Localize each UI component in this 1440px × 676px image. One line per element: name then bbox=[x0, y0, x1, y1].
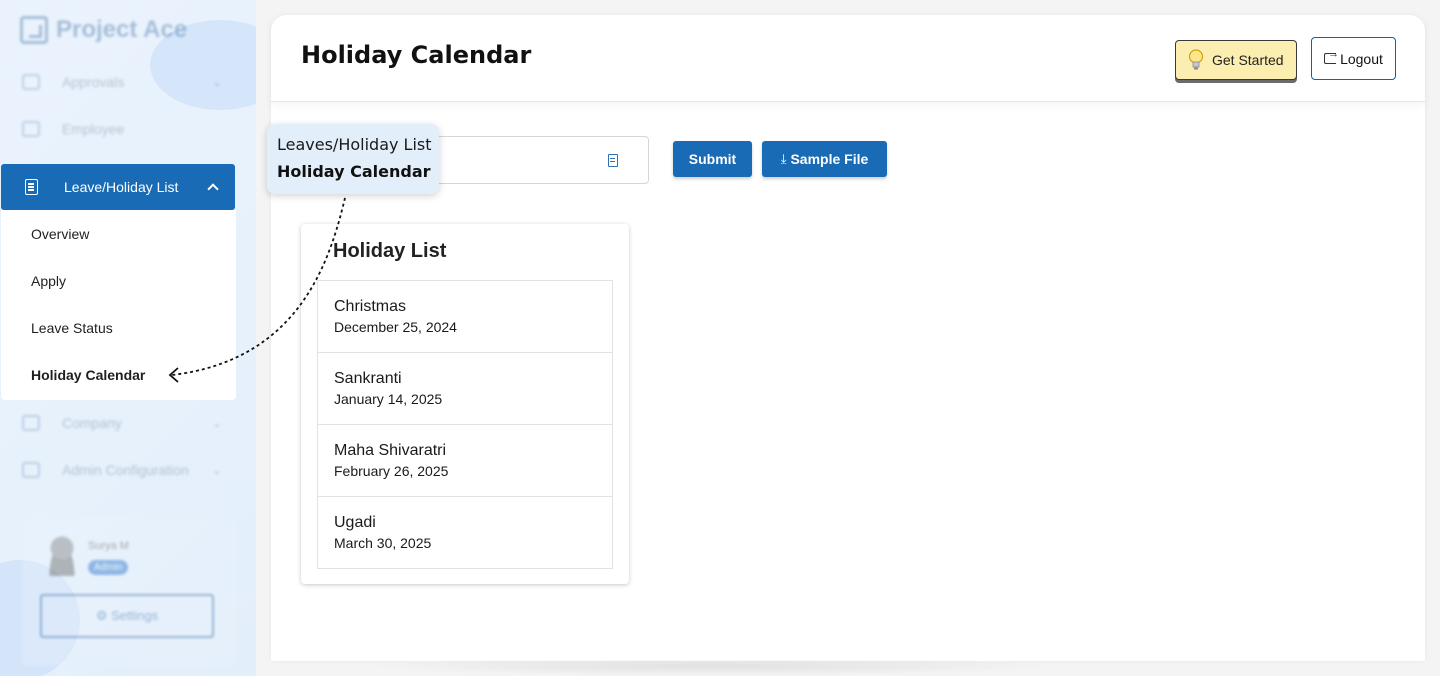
holiday-date: February 26, 2025 bbox=[334, 463, 449, 479]
holiday-name: Ugadi bbox=[334, 514, 376, 531]
sidebar-item-label: Admin Configuration bbox=[62, 462, 189, 478]
holiday-name: Maha Shivaratri bbox=[334, 442, 447, 459]
sidebar-item-label: Employee bbox=[62, 121, 125, 137]
page-title: Holiday Calendar bbox=[301, 41, 532, 69]
logout-button[interactable]: Logout bbox=[1311, 37, 1396, 80]
sidebar-item-label: Approvals bbox=[62, 74, 125, 90]
holiday-list-card: Holiday List Christmas December 25, 2024… bbox=[301, 224, 629, 584]
get-started-button[interactable]: Get Started bbox=[1175, 40, 1297, 80]
holiday-name: Sankranti bbox=[334, 370, 402, 387]
gear-icon bbox=[22, 462, 40, 478]
role-badge: Admin bbox=[88, 560, 129, 575]
logo-icon bbox=[20, 16, 48, 44]
sidebar: Project Ace Approvals ⌄ Employee Leave/H… bbox=[0, 0, 256, 676]
building-icon bbox=[22, 415, 40, 431]
download-icon: ⤓ bbox=[780, 151, 787, 166]
breadcrumb-current: Holiday Calendar bbox=[277, 162, 431, 181]
sidebar-item-company[interactable]: Company ⌄ bbox=[22, 415, 222, 431]
user-card: Surya M Admin ⚙ Settings bbox=[22, 516, 236, 666]
submenu-item-holiday-calendar[interactable]: Holiday Calendar bbox=[31, 367, 145, 383]
sidebar-item-label: Leave/Holiday List bbox=[64, 179, 179, 195]
holiday-date: December 25, 2024 bbox=[334, 319, 457, 335]
breadcrumb-parent: Leaves/Holiday List bbox=[277, 135, 432, 154]
header: Holiday Calendar Get Started Logout bbox=[271, 15, 1425, 102]
chevron-down-icon: ⌄ bbox=[211, 416, 222, 430]
settings-button[interactable]: ⚙ Settings bbox=[40, 594, 214, 638]
document-icon bbox=[25, 179, 38, 195]
sample-file-button[interactable]: ⤓ Sample File bbox=[762, 141, 887, 177]
submit-button[interactable]: Submit bbox=[673, 141, 752, 177]
lightbulb-icon bbox=[1188, 49, 1204, 70]
bottom-shadow bbox=[360, 660, 1060, 676]
user-name: Surya M bbox=[88, 540, 129, 552]
sidebar-item-approvals[interactable]: Approvals ⌄ bbox=[22, 74, 222, 90]
list-item: Christmas December 25, 2024 bbox=[318, 281, 612, 353]
app-name: Project Ace bbox=[56, 16, 188, 43]
chevron-up-icon bbox=[207, 183, 219, 195]
submenu-item-leave-status[interactable]: Leave Status bbox=[31, 320, 113, 336]
sidebar-item-admin-configuration[interactable]: Admin Configuration ⌄ bbox=[22, 462, 222, 478]
holiday-date: January 14, 2025 bbox=[334, 391, 443, 407]
list-item: Ugadi March 30, 2025 bbox=[318, 497, 612, 568]
holiday-list-title: Holiday List bbox=[333, 240, 447, 262]
app-logo[interactable]: Project Ace bbox=[20, 16, 187, 44]
breadcrumb-popover: Leaves/Holiday List Holiday Calendar bbox=[267, 124, 439, 194]
person-icon bbox=[22, 121, 40, 137]
holiday-list: Christmas December 25, 2024 Sankranti Ja… bbox=[317, 280, 613, 569]
file-upload-input[interactable]: : bbox=[419, 136, 649, 184]
list-item: Maha Shivaratri February 26, 2025 bbox=[318, 425, 612, 497]
sidebar-item-label: Company bbox=[62, 415, 122, 431]
get-started-label: Get Started bbox=[1212, 52, 1284, 68]
logout-label: Logout bbox=[1340, 50, 1383, 67]
chevron-down-icon: ⌄ bbox=[211, 463, 222, 477]
main-content: Holiday Calendar Get Started Logout : Su… bbox=[271, 15, 1425, 661]
avatar bbox=[46, 536, 78, 576]
holiday-name: Christmas bbox=[334, 298, 407, 315]
submenu: Overview Apply Leave Status Holiday Cale… bbox=[1, 210, 236, 400]
sample-file-label: Sample File bbox=[790, 151, 869, 167]
submenu-item-overview[interactable]: Overview bbox=[31, 226, 89, 242]
sidebar-item-employee[interactable]: Employee bbox=[22, 121, 222, 137]
spreadsheet-icon bbox=[608, 154, 618, 167]
calendar-icon bbox=[22, 74, 40, 90]
chevron-down-icon: ⌄ bbox=[211, 75, 222, 89]
sidebar-item-leave-holiday-list[interactable]: Leave/Holiday List bbox=[1, 164, 235, 210]
submenu-item-apply[interactable]: Apply bbox=[31, 273, 66, 289]
logout-icon bbox=[1324, 48, 1339, 64]
holiday-date: March 30, 2025 bbox=[334, 535, 432, 551]
submit-label: Submit bbox=[688, 151, 737, 167]
list-item: Sankranti January 14, 2025 bbox=[318, 353, 612, 425]
